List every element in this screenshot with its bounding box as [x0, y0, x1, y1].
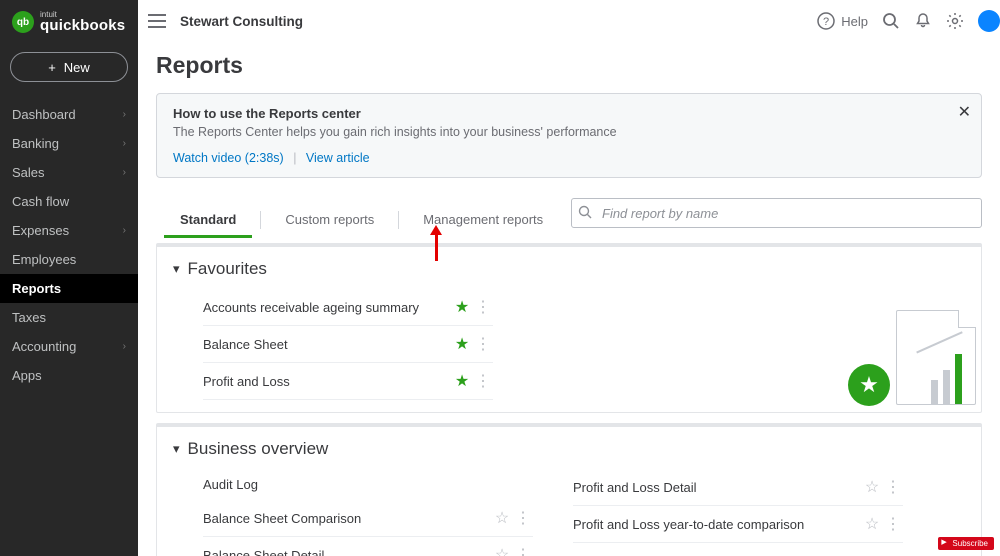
report-name: Profit and Loss — [203, 374, 451, 389]
separator: | — [293, 151, 296, 165]
section-header-favourites[interactable]: ▾ Favourites — [173, 259, 965, 279]
nav-label: Cash flow — [12, 194, 69, 209]
new-button-label: New — [64, 60, 90, 75]
nav-label: Accounting — [12, 339, 76, 354]
sidebar-item-taxes[interactable]: Taxes — [0, 303, 138, 332]
sidebar-nav: Dashboard › Banking › Sales › Cash flow Exp… — [0, 100, 138, 390]
nav-label: Taxes — [12, 310, 46, 325]
nav-label: Sales — [12, 165, 45, 180]
report-row[interactable]: Balance Sheet Comparison ☆ ⋮ — [203, 500, 533, 537]
close-icon[interactable]: ✕ — [958, 102, 971, 122]
sidebar-item-employees[interactable]: Employees — [0, 245, 138, 274]
report-name: Accounts receivable ageing summary — [203, 300, 451, 315]
view-article-link[interactable]: View article — [306, 151, 370, 165]
kebab-icon[interactable]: ⋮ — [883, 477, 903, 497]
report-name: Audit Log — [203, 477, 533, 492]
info-title: How to use the Reports center — [173, 106, 965, 121]
section-favourites: ▾ Favourites Accounts receivable ageing … — [157, 247, 981, 412]
main: Stewart Consulting ? Help Reports How to… — [138, 0, 1000, 556]
company-name: Stewart Consulting — [180, 14, 303, 29]
report-row[interactable]: Balance Sheet ★ ⋮ — [203, 326, 493, 363]
info-subtitle: The Reports Center helps you gain rich i… — [173, 125, 965, 139]
menu-icon[interactable] — [148, 14, 166, 28]
plus-icon: + — [48, 60, 56, 75]
avatar[interactable] — [978, 10, 1000, 32]
sidebar-item-banking[interactable]: Banking › — [0, 129, 138, 158]
page-title: Reports — [156, 52, 982, 79]
report-list-panel: ▾ Favourites Accounts receivable ageing … — [156, 243, 982, 413]
star-icon[interactable]: ☆ — [861, 514, 883, 534]
star-icon[interactable]: ☆ — [861, 477, 883, 497]
help-button[interactable]: ? Help — [817, 12, 868, 30]
tab-management-reports[interactable]: Management reports — [399, 202, 567, 237]
help-label: Help — [841, 14, 868, 29]
nav-label: Dashboard — [12, 107, 76, 122]
gear-icon[interactable] — [946, 12, 964, 30]
quickbooks-icon: qb — [12, 11, 34, 33]
star-icon[interactable]: ★ — [451, 334, 473, 354]
tab-custom-reports[interactable]: Custom reports — [261, 202, 398, 237]
chevron-right-icon: › — [123, 167, 126, 178]
chevron-down-icon: ▾ — [173, 261, 180, 277]
section-business-overview: ▾ Business overview Audit Log Balance Sh… — [157, 427, 981, 556]
report-list-panel-2: ▾ Business overview Audit Log Balance Sh… — [156, 423, 982, 556]
sidebar-item-expenses[interactable]: Expenses › — [0, 216, 138, 245]
report-name: Profit and Loss year-to-date comparison — [573, 517, 861, 532]
nav-label: Employees — [12, 252, 76, 267]
watch-video-link[interactable]: Watch video (2:38s) — [173, 151, 284, 165]
nav-label: Expenses — [12, 223, 69, 238]
bell-icon[interactable] — [914, 12, 932, 30]
report-name: Profit and Loss Detail — [573, 480, 861, 495]
brand-name: quickbooks — [40, 17, 125, 34]
report-name: Balance Sheet Comparison — [203, 511, 491, 526]
nav-label: Banking — [12, 136, 59, 151]
chevron-right-icon: › — [123, 225, 126, 236]
section-header-business-overview[interactable]: ▾ Business overview — [173, 439, 965, 459]
tab-standard[interactable]: Standard — [156, 202, 260, 237]
nav-label: Reports — [12, 281, 61, 296]
tabs: Standard Custom reports Management repor… — [156, 202, 982, 237]
star-icon[interactable]: ★ — [451, 297, 473, 317]
info-card: How to use the Reports center The Report… — [156, 93, 982, 178]
kebab-icon[interactable]: ⋮ — [473, 371, 493, 391]
sidebar: qb intuit quickbooks + New Dashboard › Ba… — [0, 0, 138, 556]
section-title: Favourites — [188, 259, 267, 279]
kebab-icon[interactable]: ⋮ — [473, 297, 493, 317]
chevron-right-icon: › — [123, 341, 126, 352]
chevron-down-icon: ▾ — [173, 441, 180, 457]
sidebar-item-dashboard[interactable]: Dashboard › — [0, 100, 138, 129]
svg-text:?: ? — [823, 16, 829, 28]
sidebar-item-reports[interactable]: Reports — [0, 274, 138, 303]
report-row[interactable]: Audit Log — [203, 469, 533, 500]
star-icon[interactable]: ☆ — [491, 545, 513, 556]
brand-logo[interactable]: qb intuit quickbooks — [0, 0, 138, 48]
search-icon[interactable] — [882, 12, 900, 30]
report-name: Balance Sheet Detail — [203, 548, 491, 556]
report-name: Balance Sheet — [203, 337, 451, 352]
content: Reports How to use the Reports center Th… — [138, 42, 1000, 556]
subscribe-badge[interactable]: Subscribe — [938, 537, 994, 550]
section-title: Business overview — [188, 439, 329, 459]
sidebar-item-sales[interactable]: Sales › — [0, 158, 138, 187]
report-row[interactable]: Balance Sheet Detail ☆ ⋮ — [203, 537, 533, 556]
report-row[interactable]: Accounts receivable ageing summary ★ ⋮ — [203, 289, 493, 326]
chevron-right-icon: › — [123, 109, 126, 120]
kebab-icon[interactable]: ⋮ — [513, 508, 533, 528]
nav-label: Apps — [12, 368, 42, 383]
report-row[interactable]: Profit and Loss ★ ⋮ — [203, 363, 493, 400]
sidebar-item-apps[interactable]: Apps — [0, 361, 138, 390]
sidebar-item-cash-flow[interactable]: Cash flow — [0, 187, 138, 216]
kebab-icon[interactable]: ⋮ — [473, 334, 493, 354]
sidebar-item-accounting[interactable]: Accounting › — [0, 332, 138, 361]
topbar: Stewart Consulting ? Help — [138, 0, 1000, 42]
star-icon[interactable]: ☆ — [491, 508, 513, 528]
report-row[interactable]: Profit and Loss year-to-date comparison … — [573, 506, 903, 543]
kebab-icon[interactable]: ⋮ — [883, 514, 903, 534]
chevron-right-icon: › — [123, 138, 126, 149]
help-icon: ? — [817, 12, 835, 30]
new-button[interactable]: + New — [10, 52, 128, 82]
kebab-icon[interactable]: ⋮ — [513, 545, 533, 556]
report-row[interactable]: Profit and Loss Detail ☆ ⋮ — [573, 469, 903, 506]
star-icon[interactable]: ★ — [451, 371, 473, 391]
